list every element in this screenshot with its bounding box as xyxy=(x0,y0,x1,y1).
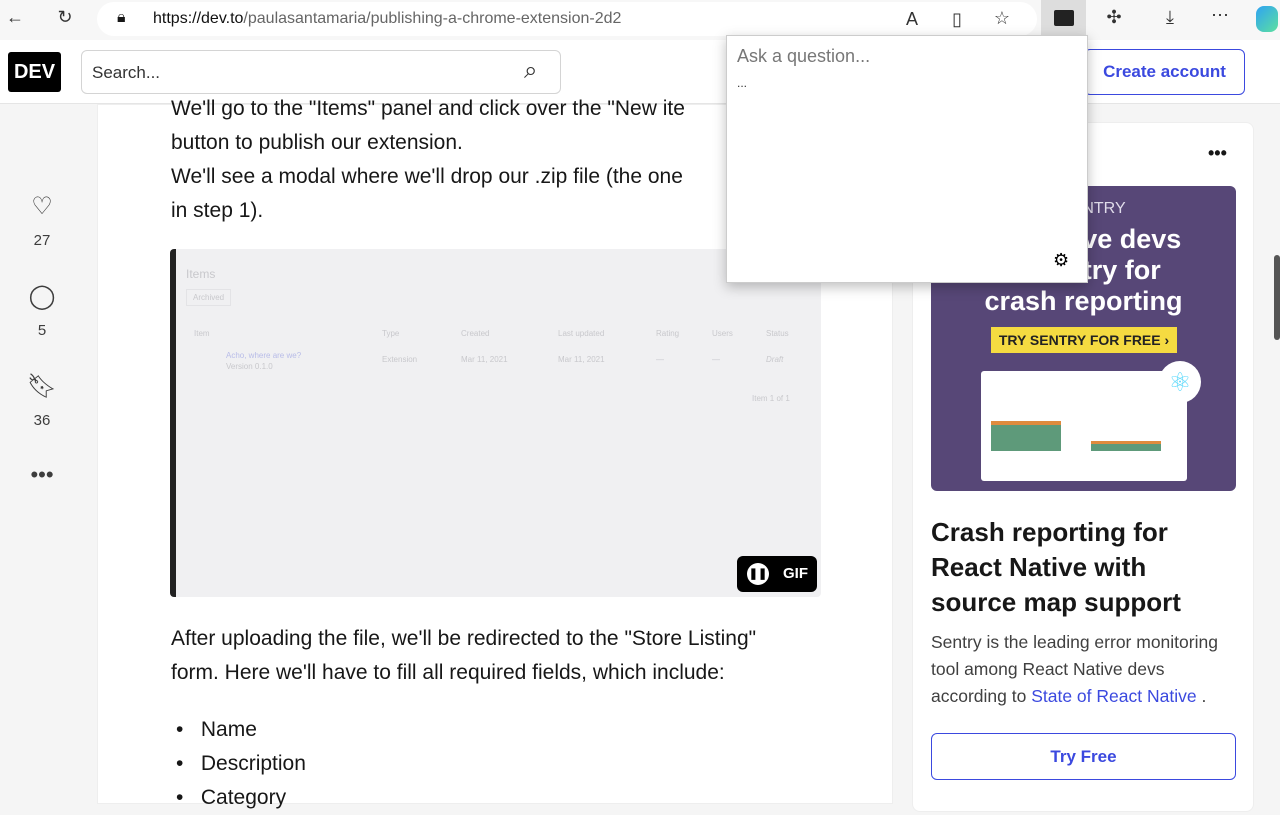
gif-tab: Archived xyxy=(186,289,232,306)
gif-cell: Mar 11, 2021 xyxy=(461,355,508,364)
extension-active-button[interactable] xyxy=(1041,0,1086,36)
paragraph-line: We'll see a modal where we'll drop our .… xyxy=(171,165,683,188)
comment-count: 5 xyxy=(37,322,47,339)
extensions-puzzle-icon[interactable]: ✣ xyxy=(1099,7,1129,28)
more-options-icon[interactable]: ••• xyxy=(1208,143,1227,164)
address-bar[interactable]: 🔒︎ https://dev.to/paulasantamaria/publis… xyxy=(97,2,1037,36)
ad-screenshot xyxy=(981,371,1187,481)
gif-col: Last updated xyxy=(558,329,605,338)
gif-pager: Item 1 of 1 xyxy=(752,394,790,403)
back-icon[interactable]: ← xyxy=(0,7,30,28)
list-item: • Description xyxy=(176,752,306,775)
favorite-star-icon[interactable]: ☆ xyxy=(987,8,1017,29)
comment-icon[interactable]: ◯ xyxy=(20,282,64,311)
ad-description: Sentry is the leading error monitoring to… xyxy=(931,632,1218,706)
ask-question-popup: ... ⚙ xyxy=(726,35,1088,283)
immersive-reader-icon[interactable]: ▯ xyxy=(942,9,972,30)
pause-icon: ❚❚ xyxy=(747,563,769,585)
gif-col: Status xyxy=(766,329,789,338)
gif-cell: — xyxy=(712,355,720,364)
lock-icon: 🔒︎ xyxy=(117,9,126,26)
scrollbar-thumb[interactable] xyxy=(1274,255,1280,340)
search-placeholder: Search... xyxy=(92,63,161,82)
url-host: https://dev.to xyxy=(153,10,244,27)
list-item: • Category xyxy=(176,786,287,809)
ad-cta: TRY SENTRY FOR FREE › xyxy=(991,327,1177,353)
loading-status: ... xyxy=(737,76,748,90)
gif-cell: Draft xyxy=(766,355,784,364)
gif-cell: — xyxy=(656,355,664,364)
paragraph-line: We'll go to the "Items" panel and click … xyxy=(171,97,685,120)
gif-label: GIF xyxy=(783,565,808,582)
paragraph-line: After uploading the file, we'll be redir… xyxy=(171,627,757,650)
article-gif[interactable]: Items Archived Item Type Created Last up… xyxy=(170,249,821,597)
paragraph-line: form. Here we'll have to fill all requir… xyxy=(171,661,725,684)
url-path: /paulasantamaria/publishing-a-chrome-ext… xyxy=(243,10,622,27)
gif-item-name: Acho, where are we? xyxy=(226,351,302,360)
state-of-react-native-link[interactable]: State of React Native xyxy=(1031,686,1201,706)
heart-plus-icon[interactable]: ♡ xyxy=(20,192,64,221)
list-item: • Name xyxy=(176,718,257,741)
gif-col: Type xyxy=(382,329,400,338)
paragraph-line: in step 1). xyxy=(171,199,264,222)
gif-item-version: Version 0.1.0 xyxy=(226,362,273,371)
bookmark-count: 36 xyxy=(33,412,51,429)
copilot-icon[interactable] xyxy=(1256,6,1278,32)
read-aloud-icon[interactable]: A xyxy=(897,9,927,30)
download-icon[interactable]: ⤓ xyxy=(1155,7,1185,28)
bookmark-icon[interactable]: 🔖︎ xyxy=(20,372,64,401)
create-account-button[interactable]: Create account xyxy=(1084,49,1245,95)
gif-col: Rating xyxy=(656,329,680,338)
settings-gear-icon[interactable]: ⚙ xyxy=(1053,250,1069,271)
react-logo-icon: ⚛ xyxy=(1159,361,1201,403)
paragraph-line: button to publish our extension. xyxy=(171,131,463,154)
dev-logo[interactable]: DEV xyxy=(8,52,61,92)
refresh-icon[interactable]: ↻ xyxy=(50,7,80,28)
gif-cell: Mar 11, 2021 xyxy=(558,355,605,364)
gif-pause-button[interactable]: ❚❚ GIF xyxy=(737,556,817,592)
more-menu-icon[interactable]: ⋯ xyxy=(1205,5,1235,26)
reaction-count: 27 xyxy=(33,232,51,249)
search-icon[interactable]: ⌕ xyxy=(524,57,537,85)
gif-col: Created xyxy=(461,329,490,338)
gif-title: Items xyxy=(186,267,216,281)
extension-icon xyxy=(1053,10,1074,26)
gif-cell: Extension xyxy=(382,355,418,364)
question-input[interactable] xyxy=(737,46,1057,67)
ad-title: Crash reporting for React Native with sour… xyxy=(931,517,1181,617)
gif-col: Users xyxy=(712,329,733,338)
search-input[interactable]: Search... ⌕ xyxy=(81,50,561,94)
gif-col: Item xyxy=(194,329,210,338)
try-free-button[interactable]: Try Free xyxy=(931,733,1236,780)
more-options-icon[interactable]: ••• xyxy=(20,462,64,488)
